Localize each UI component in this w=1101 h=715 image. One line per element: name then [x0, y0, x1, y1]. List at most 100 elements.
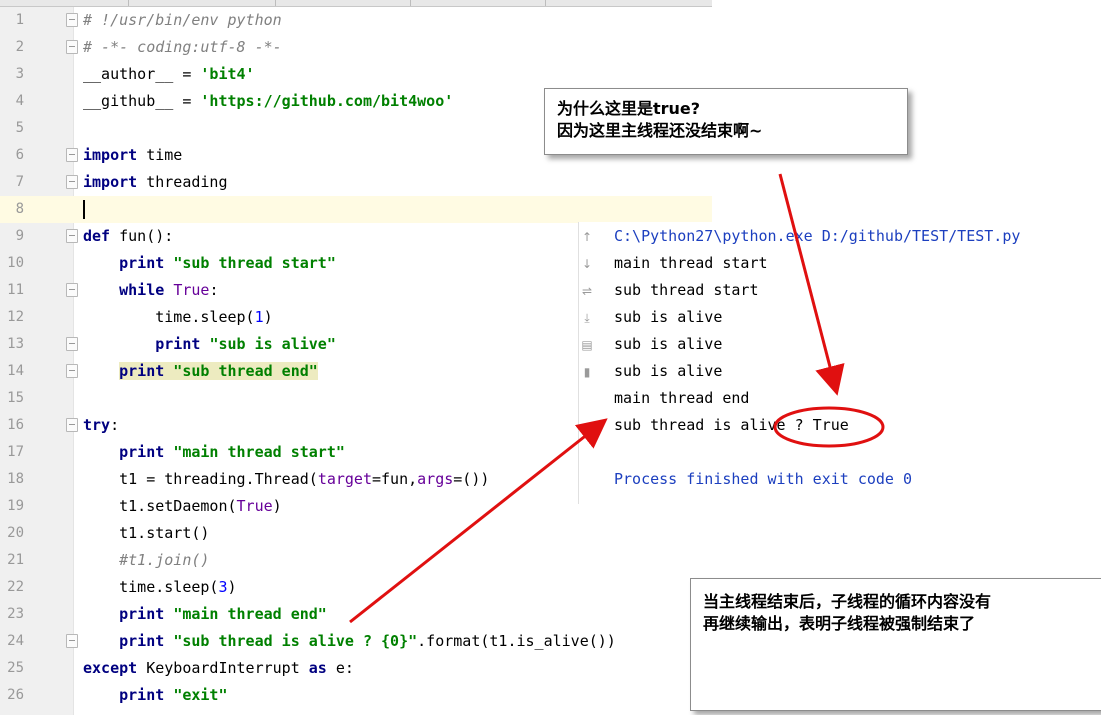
soft-wrap-icon[interactable]: ⇌ [581, 284, 593, 298]
tab-separator [410, 0, 411, 6]
editor-tab-strip[interactable] [0, 0, 712, 7]
fold-marker-icon[interactable] [66, 418, 78, 432]
code-token: t1 = threading.Thread( [83, 470, 318, 488]
annotation-note-top: 为什么这里是true? 因为这里主线程还没结束啊~ [544, 88, 908, 155]
code-line[interactable]: 2 # -*- coding:utf-8 -*- [0, 34, 712, 61]
code-text: def fun(): [83, 223, 173, 250]
code-line[interactable]: 25 except KeyboardInterrupt as e: [0, 655, 712, 682]
code-line[interactable]: 26 print "exit" [0, 682, 712, 709]
code-line[interactable]: 3 __author__ = 'bit4' [0, 61, 712, 88]
code-text: t1 = threading.Thread(target=fun,args=()… [83, 466, 489, 493]
code-token: print [119, 686, 165, 704]
note-line: 再继续输出，表明子线程被强制结束了 [703, 614, 976, 633]
print-icon[interactable]: ▤ [581, 338, 593, 352]
console-line: C:\Python27\python.exe D:/github/TEST/TE… [614, 227, 1021, 245]
code-token: True [173, 281, 210, 299]
scroll-to-end-icon[interactable]: ⤓ [581, 311, 593, 325]
code-token: : [110, 416, 120, 434]
code-text: time.sleep(1) [83, 304, 272, 331]
line-number: 6 [15, 147, 24, 163]
line-number: 8 [15, 201, 24, 217]
line-number: 1 [15, 12, 24, 28]
code-token: print [119, 254, 165, 272]
code-token: 3 [218, 578, 228, 596]
code-line[interactable]: 1 # !/usr/bin/env python [0, 7, 712, 34]
code-text: # !/usr/bin/env python [83, 7, 282, 34]
code-line[interactable]: 8 [0, 196, 712, 223]
code-text: while True: [83, 277, 218, 304]
fold-marker-icon[interactable] [66, 40, 78, 54]
line-number: 16 [7, 417, 24, 433]
fold-marker-icon[interactable] [66, 175, 78, 189]
code-token: t1.setDaemon( [83, 497, 237, 515]
code-text: import threading [83, 169, 228, 196]
arrow-up-icon[interactable]: ↑ [581, 230, 593, 244]
tab-separator [128, 0, 129, 6]
fold-marker-icon[interactable] [66, 13, 78, 27]
code-text: print "sub thread end" [83, 358, 318, 385]
code-token: #t1.join() [119, 551, 210, 569]
fold-marker-icon[interactable] [66, 148, 78, 162]
code-text: print "main thread end" [83, 601, 327, 628]
fold-marker-icon[interactable] [66, 337, 78, 351]
code-token: fun(): [110, 227, 174, 245]
code-token: =fun, [372, 470, 418, 488]
code-token: e: [326, 659, 354, 677]
code-token: =()) [453, 470, 490, 488]
console-line: main thread end [614, 389, 750, 407]
run-console[interactable]: ↑ ↓ ⇌ ⤓ ▤ ▮ C:\Python27\python.exe D:/github/… [578, 222, 1101, 504]
code-token: threading [137, 173, 228, 191]
code-line[interactable]: 22 time.sleep(3) [0, 574, 712, 601]
line-number: 20 [7, 525, 24, 541]
annotation-note-bottom: 当主线程结束后，子线程的循环内容没有 再继续输出，表明子线程被强制结束了 [690, 578, 1101, 711]
fold-marker-icon[interactable] [66, 634, 78, 648]
code-text: try: [83, 412, 119, 439]
code-line[interactable]: 21 #t1.join() [0, 547, 712, 574]
code-token: time.sleep( [83, 578, 219, 596]
code-token: ) [227, 578, 237, 596]
arrow-down-icon[interactable]: ↓ [581, 257, 593, 271]
line-number: 14 [7, 363, 24, 379]
fold-marker-icon[interactable] [66, 364, 78, 378]
code-token: "sub thread start" [173, 254, 336, 272]
code-token: print [119, 632, 165, 650]
code-token: "exit" [173, 686, 228, 704]
code-token: target [317, 470, 372, 488]
code-line[interactable]: 24 print "sub thread is alive ? {0}".for… [0, 628, 712, 655]
code-token: "sub thread is alive ? {0}" [173, 632, 418, 650]
code-line[interactable]: 20 t1.start() [0, 520, 712, 547]
line-number: 21 [7, 552, 24, 568]
code-line[interactable]: 23 print "main thread end" [0, 601, 712, 628]
code-token: "main thread end" [173, 605, 327, 623]
code-token: KeyboardInterrupt [137, 659, 309, 677]
line-number: 13 [7, 336, 24, 352]
code-line[interactable]: 7 import threading [0, 169, 712, 196]
fold-marker-icon[interactable] [66, 283, 78, 297]
code-token: print [155, 335, 201, 353]
code-token: except [83, 659, 138, 677]
code-text: # -*- coding:utf-8 -*- [83, 34, 282, 61]
code-token: "sub is alive" [209, 335, 336, 353]
line-number: 23 [7, 606, 24, 622]
code-text: time.sleep(3) [83, 574, 237, 601]
note-line: 为什么这里是true? [557, 99, 701, 118]
code-text: print "sub is alive" [83, 331, 336, 358]
code-token: time [137, 146, 183, 164]
code-text: except KeyboardInterrupt as e: [83, 655, 354, 682]
console-line: sub is alive [614, 308, 723, 326]
trash-icon[interactable]: ▮ [581, 365, 593, 379]
code-text: print "main thread start" [83, 439, 345, 466]
line-number: 12 [7, 309, 24, 325]
fold-marker-icon[interactable] [66, 229, 78, 243]
code-token: 'bit4' [200, 65, 255, 83]
line-number: 4 [15, 93, 24, 109]
code-token: print [119, 605, 165, 623]
